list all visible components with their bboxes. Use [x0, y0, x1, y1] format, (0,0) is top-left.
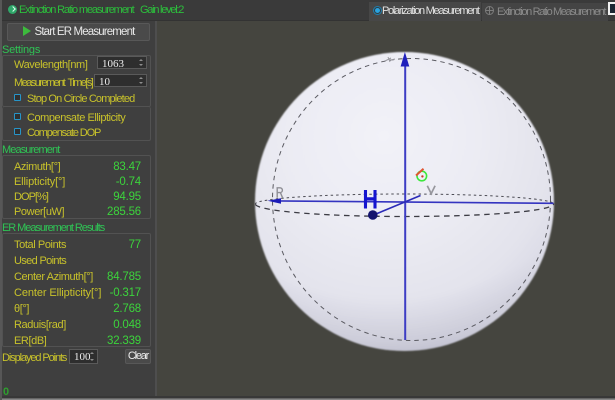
svg-text:H: H — [363, 185, 379, 215]
